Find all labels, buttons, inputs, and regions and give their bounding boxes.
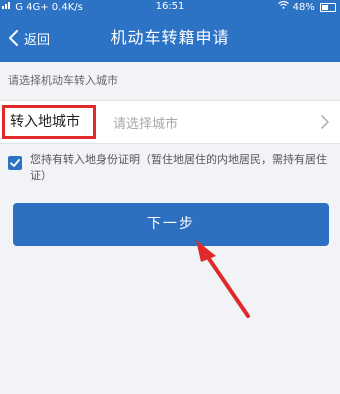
- city-label: 转入地城市: [10, 114, 80, 130]
- section-hint: 请选择机动车转入城市: [8, 74, 118, 87]
- city-placeholder: 请选择城市: [113, 117, 179, 132]
- wifi-icon: [278, 0, 290, 14]
- battery-percent: 48%: [292, 2, 315, 13]
- city-select-row[interactable]: 转入地城市 请选择城市: [0, 100, 340, 144]
- nav-bar: 返回 机动车转籍申请: [0, 14, 340, 62]
- status-right: 48%: [278, 0, 336, 15]
- page-title: 机动车转籍申请: [110, 28, 230, 47]
- status-bar: G 4G+ 0.4K/s 16:51 48%: [0, 0, 340, 14]
- agreement-text: 您持有转入地身份证明（暂住地居住的内地居民，需持有居住证）: [30, 153, 327, 182]
- agreement-checkbox[interactable]: [8, 156, 22, 170]
- next-button[interactable]: 下一步: [13, 203, 329, 246]
- chevron-right-icon: [320, 114, 330, 130]
- battery-icon: [320, 2, 336, 12]
- checkmark-icon: [10, 159, 20, 167]
